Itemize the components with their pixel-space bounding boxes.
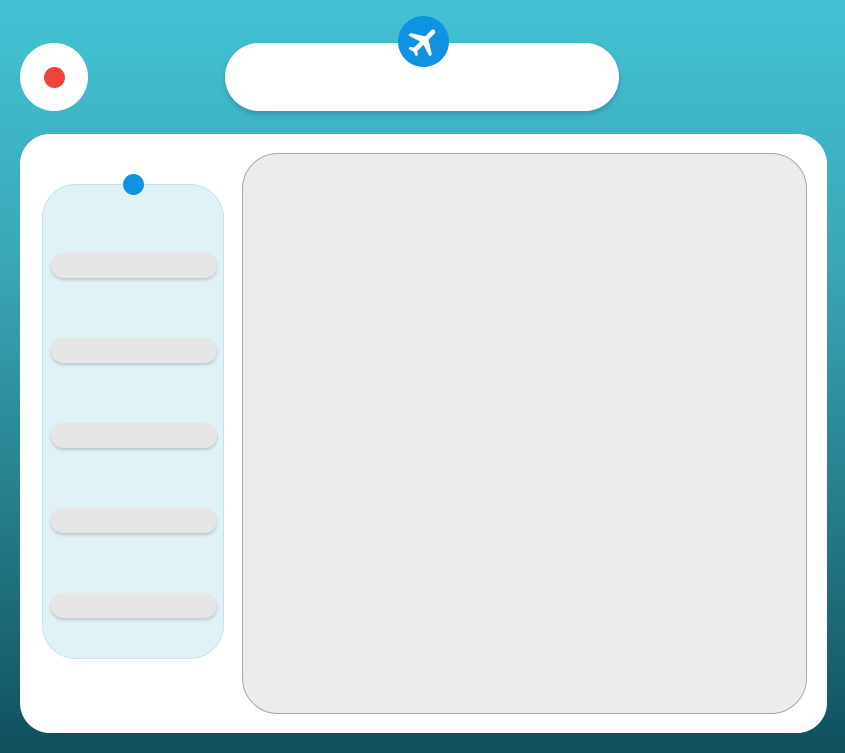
- sidebar-item-1[interactable]: [51, 253, 217, 278]
- airplane-icon-glyph: [407, 29, 435, 57]
- record-button[interactable]: [20, 43, 88, 111]
- sidebar-item-2[interactable]: [51, 338, 217, 363]
- airplane-icon: [398, 16, 449, 67]
- sidebar-item-3[interactable]: [51, 423, 217, 448]
- main-card: [20, 134, 827, 733]
- search-input[interactable]: [253, 65, 591, 91]
- record-icon: [43, 66, 65, 88]
- content-panel: [242, 153, 807, 714]
- dot-icon: [123, 174, 144, 195]
- sidebar-item-4[interactable]: [51, 508, 217, 533]
- sidebar-item-5[interactable]: [51, 593, 217, 618]
- sidebar: [42, 174, 224, 659]
